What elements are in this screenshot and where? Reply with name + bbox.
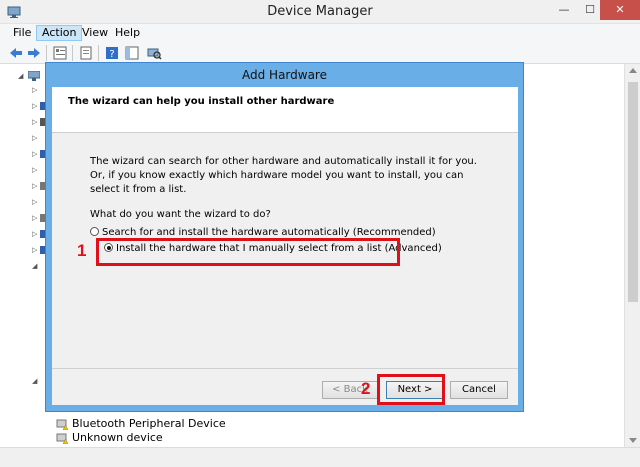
menu-action[interactable]: Action (36, 25, 83, 41)
panel-icon[interactable] (124, 45, 140, 61)
status-bar (0, 447, 640, 467)
add-hardware-dialog: Add Hardware The wizard can help you ins… (45, 62, 524, 412)
scrollbar-thumb[interactable] (628, 82, 638, 302)
menu-view[interactable]: View (77, 25, 113, 41)
close-button[interactable]: ✕ (600, 0, 640, 20)
svg-text:?: ? (109, 49, 114, 60)
menu-help[interactable]: Help (110, 25, 145, 41)
expand-arrow-icon[interactable]: ▷ (32, 166, 40, 174)
warning-device-icon (56, 419, 68, 430)
scan-hardware-icon[interactable] (146, 45, 162, 61)
cancel-button[interactable]: Cancel (450, 381, 508, 399)
menu-bar: File Action View Help (0, 24, 640, 42)
menu-file[interactable]: File (8, 25, 36, 41)
tree-item-label: Unknown device (72, 431, 163, 444)
properties-icon[interactable] (52, 45, 68, 61)
back-arrow-icon[interactable] (8, 45, 24, 61)
expand-arrow-icon[interactable]: ▷ (32, 198, 40, 206)
radio-button[interactable] (90, 227, 99, 236)
dialog-description: The wizard can search for other hardware… (90, 156, 477, 195)
minimize-button[interactable]: — (550, 0, 578, 20)
toolbar-separator (72, 45, 73, 61)
computer-icon (28, 71, 40, 81)
expand-arrow-icon[interactable]: ▷ (32, 246, 40, 254)
annotation-highlight-next (377, 374, 445, 405)
collapse-arrow-icon[interactable]: ◢ (18, 72, 26, 80)
option-label: Search for and install the hardware auto… (102, 227, 436, 238)
window-title: Device Manager (267, 4, 373, 19)
expand-arrow-icon[interactable]: ▷ (32, 86, 40, 94)
warning-device-icon (56, 433, 68, 444)
annotation-highlight-option (96, 238, 400, 266)
expand-arrow-icon[interactable]: ▷ (32, 182, 40, 190)
tree-item-label: Bluetooth Peripheral Device (72, 417, 226, 430)
dialog-header: The wizard can help you install other ha… (52, 87, 518, 133)
forward-arrow-icon[interactable] (26, 45, 42, 61)
annotation-step-2: 2 (361, 379, 371, 398)
toolbar: ? (0, 42, 640, 64)
help-icon[interactable]: ? (104, 45, 120, 61)
title-bar: Device Manager — ☐ ✕ (0, 0, 640, 24)
dialog-divider (52, 368, 518, 369)
vertical-scrollbar[interactable] (624, 64, 640, 447)
toolbar-separator (46, 45, 47, 61)
dialog-title: Add Hardware (242, 68, 327, 82)
toolbar-separator (98, 45, 99, 61)
expand-arrow-icon[interactable]: ▷ (32, 214, 40, 222)
document-icon[interactable] (78, 45, 94, 61)
tree-item-unknown-device[interactable]: Unknown device (56, 430, 163, 446)
scroll-up-icon[interactable] (629, 68, 637, 73)
scroll-down-icon[interactable] (629, 438, 637, 443)
annotation-step-1: 1 (77, 241, 87, 260)
expand-arrow-icon[interactable]: ▷ (32, 118, 40, 126)
collapse-arrow-icon[interactable]: ◢ (32, 377, 40, 385)
expand-arrow-icon[interactable]: ▷ (32, 150, 40, 158)
collapse-arrow-icon[interactable]: ◢ (32, 262, 40, 270)
dialog-question: What do you want the wizard to do? (90, 209, 271, 220)
expand-arrow-icon[interactable]: ▷ (32, 230, 40, 238)
dialog-heading: The wizard can help you install other ha… (68, 96, 335, 107)
expand-arrow-icon[interactable]: ▷ (32, 134, 40, 142)
expand-arrow-icon[interactable]: ▷ (32, 102, 40, 110)
